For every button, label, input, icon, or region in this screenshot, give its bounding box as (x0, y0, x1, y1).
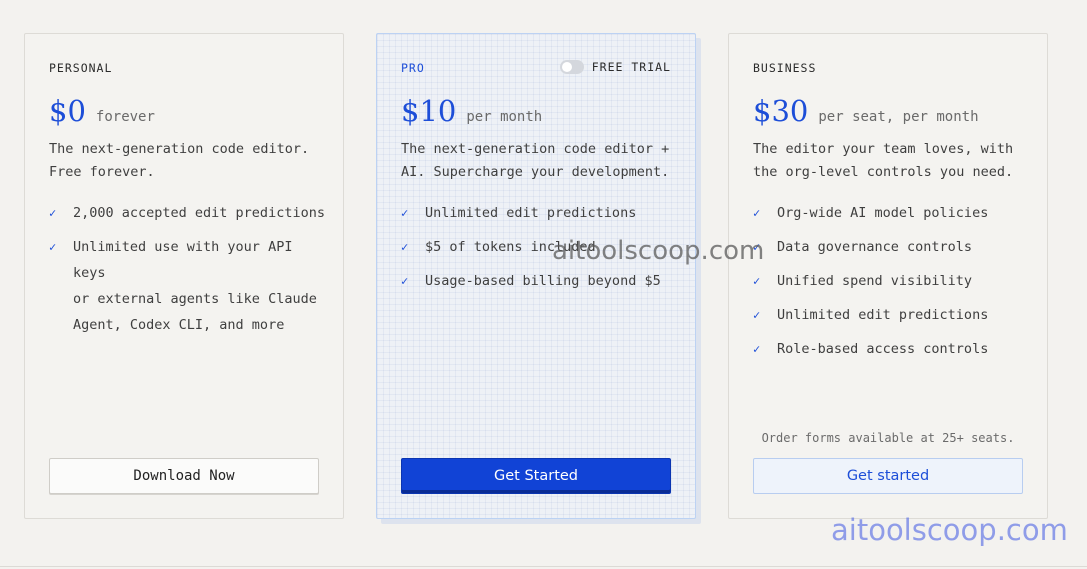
description-line: the org-level controls you need. (753, 164, 1014, 180)
page-bottom-divider (0, 566, 1087, 567)
feature-item: ✓ Usage-based billing beyond $5 (401, 268, 681, 294)
feature-item: ✓ Unlimited use with your API keys or ex… (49, 234, 329, 338)
feature-list: ✓ Org-wide AI model policies ✓ Data gove… (753, 200, 1033, 370)
description-line: AI. Supercharge your development. (401, 164, 670, 180)
feature-item: ✓ Unified spend visibility (753, 268, 1033, 294)
plan-price: $30 (753, 94, 809, 128)
check-icon: ✓ (49, 206, 57, 220)
check-icon: ✓ (753, 342, 761, 356)
feature-item: ✓ Unlimited edit predictions (753, 302, 1033, 328)
description-line: The editor your team loves, with (753, 141, 1014, 157)
free-trial-toggle-group: FREE TRIAL (559, 60, 671, 74)
check-icon: ✓ (753, 206, 761, 220)
plan-name: PRO (401, 61, 425, 75)
plan-price: $0 (49, 94, 86, 128)
feature-item: ✓ 2,000 accepted edit predictions (49, 200, 329, 226)
download-now-button[interactable]: Download Now (49, 458, 319, 494)
feature-line: 2,000 accepted edit predictions (73, 205, 325, 221)
free-trial-toggle[interactable] (559, 60, 584, 74)
price-row: $10 per month (401, 94, 542, 128)
description-line: Free forever. (49, 164, 155, 180)
plan-name: BUSINESS (753, 61, 817, 75)
feature-text: Org-wide AI model policies (777, 205, 989, 221)
plan-card-business: BUSINESS $30 per seat, per month The edi… (728, 33, 1048, 519)
get-started-business-button[interactable]: Get started (753, 458, 1023, 494)
get-started-button[interactable]: Get Started (401, 458, 671, 494)
watermark-text: aitoolscoop.com (831, 513, 1068, 547)
plan-description: The next-generation code editor. Free fo… (49, 138, 329, 184)
plan-name: PERSONAL (49, 61, 113, 75)
check-icon: ✓ (401, 240, 409, 254)
watermark-text: aitoolscoop.com (552, 236, 765, 266)
price-row: $0 forever (49, 94, 155, 128)
check-icon: ✓ (49, 240, 57, 254)
feature-text: Role-based access controls (777, 341, 989, 357)
feature-line: or external agents like Claude (73, 291, 317, 307)
check-icon: ✓ (401, 274, 409, 288)
feature-text: Unified spend visibility (777, 273, 973, 289)
order-forms-note: Order forms available at 25+ seats. (761, 431, 1015, 445)
plan-description: The next-generation code editor + AI. Su… (401, 138, 681, 184)
plan-price: $10 (401, 94, 457, 128)
description-line: The next-generation code editor. (49, 141, 310, 157)
feature-text: Usage-based billing beyond $5 (425, 273, 661, 289)
description-line: The next-generation code editor + (401, 141, 670, 157)
check-icon: ✓ (753, 274, 761, 288)
check-icon: ✓ (753, 308, 761, 322)
price-unit: per seat, per month (818, 109, 979, 125)
feature-item: ✓ Org-wide AI model policies (753, 200, 1033, 226)
price-unit: forever (95, 109, 155, 125)
check-icon: ✓ (401, 206, 409, 220)
feature-text: 2,000 accepted edit predictions (73, 200, 325, 226)
feature-text: Unlimited edit predictions (425, 205, 637, 221)
plan-card-pro: PRO FREE TRIAL $10 per month The next-ge… (376, 33, 696, 519)
feature-text: Unlimited edit predictions (777, 307, 989, 323)
plan-description: The editor your team loves, with the org… (753, 138, 1033, 184)
free-trial-label: FREE TRIAL (591, 60, 671, 74)
feature-text: Data governance controls (777, 239, 973, 255)
feature-item: ✓ Role-based access controls (753, 336, 1033, 362)
feature-item: ✓ Data governance controls (753, 234, 1033, 260)
price-row: $30 per seat, per month (753, 94, 979, 128)
feature-list: ✓ 2,000 accepted edit predictions ✓ Unli… (49, 200, 329, 346)
price-unit: per month (466, 109, 543, 125)
feature-item: ✓ Unlimited edit predictions (401, 200, 681, 226)
feature-line: Unlimited use with your API keys (73, 239, 293, 281)
feature-line: Agent, Codex CLI, and more (73, 317, 285, 333)
feature-text: Unlimited use with your API keys or exte… (73, 234, 329, 338)
plan-card-personal: PERSONAL $0 forever The next-generation … (24, 33, 344, 519)
